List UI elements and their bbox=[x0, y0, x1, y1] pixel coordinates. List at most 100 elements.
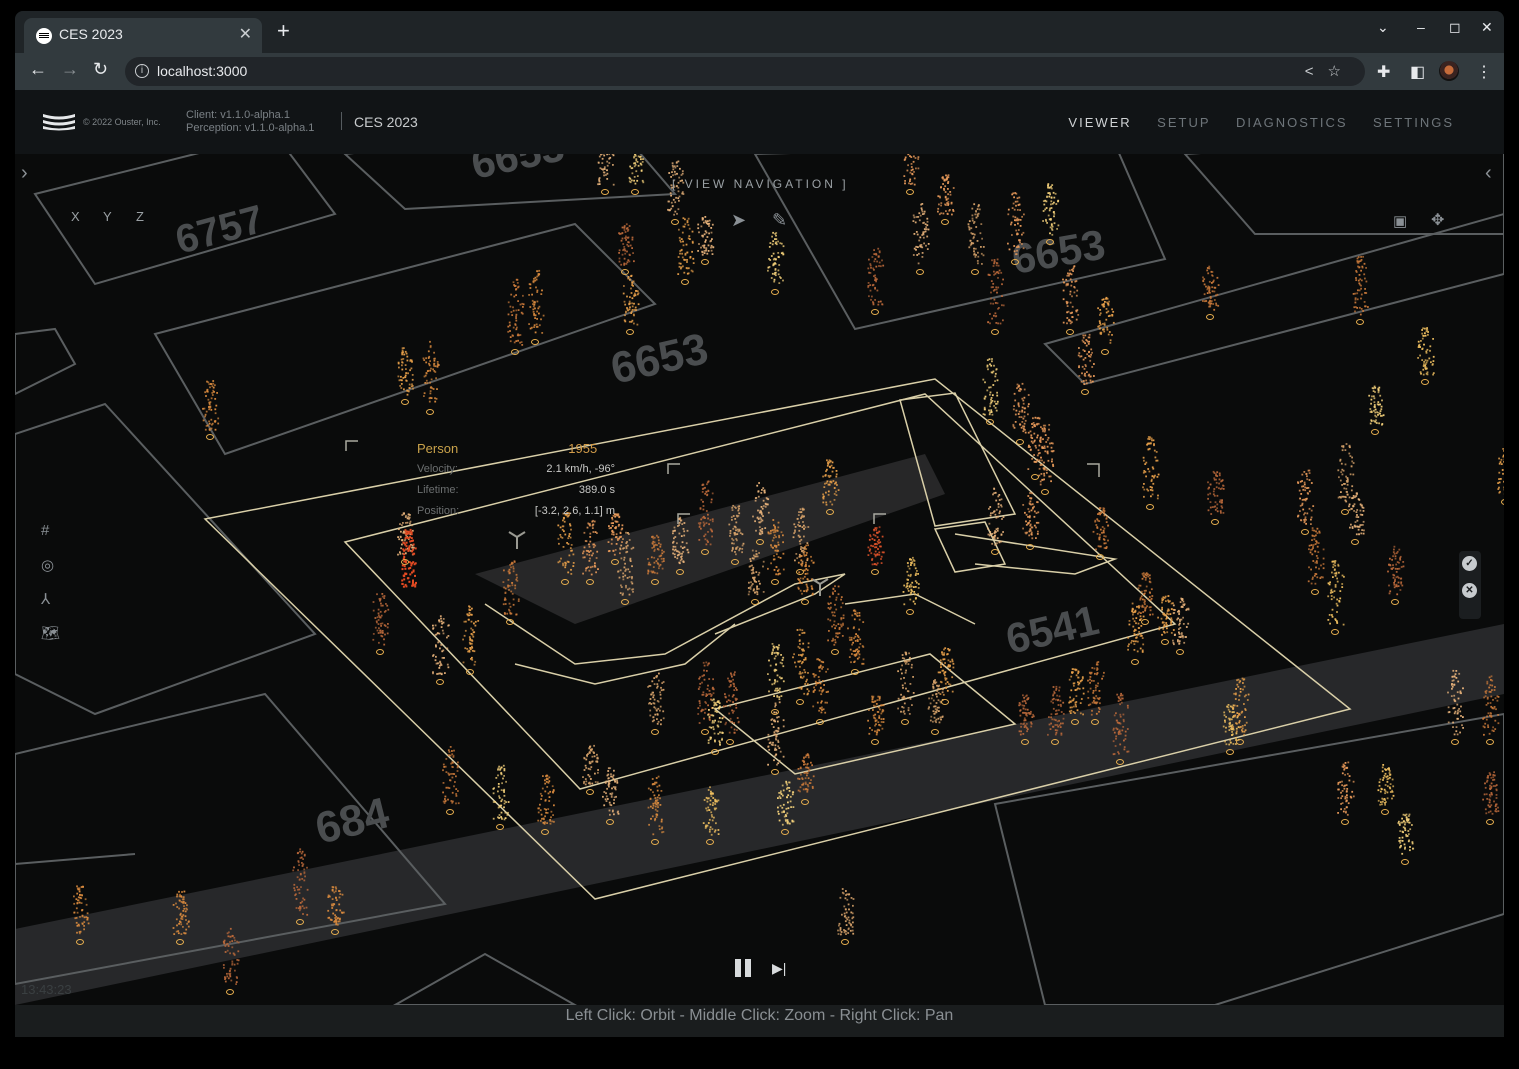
ground-marker bbox=[1381, 809, 1389, 815]
new-tab-button[interactable]: + bbox=[277, 20, 290, 42]
ground-marker bbox=[916, 269, 924, 275]
forward-icon[interactable]: → bbox=[61, 59, 79, 80]
axes-icon[interactable]: ⅄ bbox=[41, 590, 60, 624]
cursor-tool-icon[interactable]: ➤ bbox=[731, 210, 746, 231]
map-icon[interactable]: 🗺 bbox=[41, 624, 60, 658]
maximize-icon[interactable]: ◻ bbox=[1449, 19, 1461, 36]
pedestrian bbox=[1022, 492, 1040, 540]
view-navigation-label: [ VIEW NAVIGATION ] bbox=[672, 177, 849, 191]
ground-marker bbox=[796, 699, 804, 705]
version-info: Client: v1.1.0-alpha.1 Perception: v1.1.… bbox=[186, 109, 314, 135]
close-window-icon[interactable]: ✕ bbox=[1481, 19, 1493, 36]
browser-tab[interactable]: CES 2023 ✕ bbox=[24, 18, 262, 53]
timestamp: 13:43:23 bbox=[21, 982, 72, 997]
step-forward-icon[interactable]: ▶| bbox=[772, 960, 786, 977]
nav-diagnostics[interactable]: DIAGNOSTICS bbox=[1236, 115, 1348, 130]
lidar-scene[interactable]: 6653 6757 6653 6653 6541 684 bbox=[15, 154, 1504, 1005]
ground-marker bbox=[1421, 379, 1429, 385]
pedestrian bbox=[847, 609, 865, 665]
zone-label: 6653 bbox=[1008, 220, 1108, 283]
background-zones bbox=[15, 154, 1504, 1005]
tab-strip: CES 2023 ✕ + ⌄ – ◻ ✕ bbox=[15, 11, 1504, 53]
ouster-favicon-icon bbox=[36, 28, 52, 44]
position-label: Position: bbox=[417, 505, 460, 517]
side-panel-icon[interactable]: ◧ bbox=[1410, 62, 1425, 82]
extensions-icon[interactable]: ✚ bbox=[1377, 62, 1390, 82]
ground-marker bbox=[586, 789, 594, 795]
pedestrian bbox=[1327, 560, 1345, 626]
nav-settings[interactable]: SETTINGS bbox=[1373, 115, 1454, 130]
ground-marker bbox=[751, 599, 759, 605]
pedestrian bbox=[912, 203, 930, 265]
url-text[interactable]: localhost:3000 bbox=[157, 63, 247, 79]
pedestrian bbox=[422, 340, 440, 403]
pan-tool-icon[interactable]: ✥ bbox=[1431, 210, 1444, 230]
pedestrian bbox=[1307, 527, 1325, 585]
right-toggles: ✓ ✕ bbox=[1459, 551, 1481, 619]
ground-marker bbox=[1141, 619, 1149, 625]
pedestrian bbox=[1497, 448, 1504, 495]
check-icon[interactable]: ✓ bbox=[1462, 556, 1477, 571]
ground-marker bbox=[1066, 329, 1074, 335]
ground-marker bbox=[941, 219, 949, 225]
pedestrian bbox=[432, 615, 450, 676]
share-and-bookmark-icons[interactable]: <☆ bbox=[1305, 62, 1355, 80]
ground-marker bbox=[1391, 599, 1399, 605]
ouster-logo-icon bbox=[43, 114, 75, 131]
ground-marker bbox=[1016, 439, 1024, 445]
ground-marker bbox=[1161, 639, 1169, 645]
axis-z-button[interactable]: Z bbox=[136, 209, 144, 224]
expand-right-panel-icon[interactable]: ‹ bbox=[1485, 162, 1492, 185]
axis-x-button[interactable]: X bbox=[71, 209, 80, 224]
close-icon[interactable]: ✕ bbox=[1462, 583, 1477, 598]
grid-icon[interactable]: # bbox=[41, 522, 60, 556]
pedestrian bbox=[677, 217, 695, 275]
ground-marker bbox=[1031, 474, 1039, 480]
velocity-label: Velocity: bbox=[417, 463, 458, 475]
browser-menu-icon[interactable]: ⋮ bbox=[1476, 62, 1492, 82]
pedestrian bbox=[1337, 761, 1355, 816]
copyright-text: © 2022 Ouster, Inc. bbox=[83, 117, 161, 127]
pause-icon[interactable] bbox=[734, 959, 752, 977]
point-cloud-viewer[interactable]: 6653 6757 6653 6653 6541 684 › ‹ [VIEW … bbox=[15, 154, 1504, 1005]
profile-avatar[interactable] bbox=[1439, 61, 1459, 81]
ground-marker bbox=[1206, 314, 1214, 320]
nav-setup[interactable]: SETUP bbox=[1157, 115, 1210, 130]
pedestrian bbox=[1348, 492, 1365, 536]
tooltip-class: Person bbox=[417, 441, 459, 456]
ground-marker bbox=[1331, 629, 1339, 635]
tab-search-icon[interactable]: ⌄ bbox=[1377, 19, 1389, 36]
ground-marker bbox=[1211, 519, 1219, 525]
ground-marker bbox=[901, 719, 909, 725]
nav-viewer[interactable]: VIEWER bbox=[1068, 115, 1131, 130]
pedestrian bbox=[1417, 327, 1435, 376]
site-info-icon[interactable]: i bbox=[135, 64, 149, 78]
pedestrian bbox=[812, 658, 829, 714]
pedestrian bbox=[697, 216, 715, 256]
pedestrian bbox=[628, 154, 645, 185]
ground-marker bbox=[701, 259, 709, 265]
pedestrian bbox=[1368, 385, 1385, 426]
tab-close-icon[interactable]: ✕ bbox=[239, 24, 252, 44]
pedestrian bbox=[937, 174, 955, 216]
pedestrian bbox=[622, 274, 640, 326]
ground-marker bbox=[206, 434, 214, 440]
reload-icon[interactable]: ↻ bbox=[93, 59, 108, 80]
target-icon[interactable]: ◎ bbox=[41, 556, 60, 590]
pedestrian bbox=[1352, 255, 1369, 316]
pedestrian bbox=[1202, 265, 1220, 311]
pedestrian bbox=[903, 154, 920, 186]
pedestrian bbox=[902, 556, 920, 606]
pedestrian bbox=[982, 358, 999, 416]
velocity-value: 2.1 km/h, -96° bbox=[546, 463, 615, 475]
back-icon[interactable]: ← bbox=[29, 59, 47, 80]
axis-y-button[interactable]: Y bbox=[103, 209, 112, 224]
minimize-icon[interactable]: – bbox=[1417, 19, 1425, 35]
measure-tool-icon[interactable]: ✎ bbox=[772, 210, 787, 231]
address-bar[interactable]: i localhost:3000 <☆ bbox=[125, 57, 1365, 86]
expand-left-panel-icon[interactable]: › bbox=[21, 162, 28, 185]
screenshot-icon[interactable]: ▣ bbox=[1393, 212, 1407, 230]
ground-marker bbox=[671, 219, 679, 225]
pedestrian bbox=[462, 605, 480, 666]
pedestrian bbox=[597, 154, 615, 186]
